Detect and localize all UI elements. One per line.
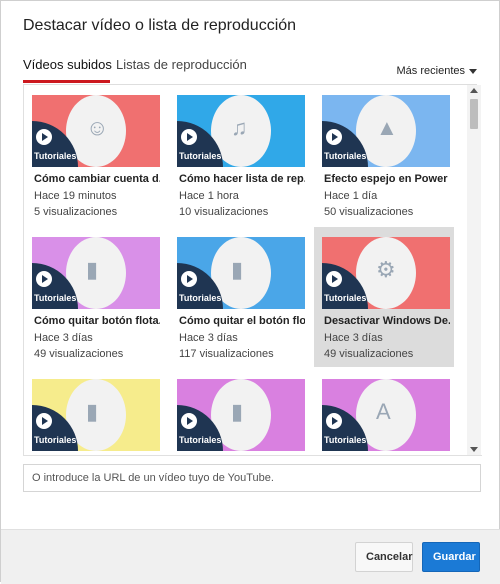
play-icon — [326, 413, 342, 429]
video-thumbnail: ♫ Tutoriales — [177, 95, 305, 167]
video-thumbnail: ▲ Tutoriales — [322, 95, 450, 167]
scroll-up-icon[interactable] — [470, 88, 478, 93]
music-list-icon: ♫ — [231, 115, 248, 140]
video-grid: ☺ Tutoriales Cómo cambiar cuenta d... Hace … — [23, 85, 482, 456]
video-card[interactable]: ▲ Tutoriales Efecto espejo en Power ... Hac… — [314, 85, 454, 225]
video-card[interactable]: ▮ Tutoriales — [24, 369, 164, 455]
video-card[interactable]: ▮ Tutoriales — [169, 369, 309, 455]
tab-playlists[interactable]: Listas de reproducción — [116, 57, 247, 78]
phone-icon: ▮ — [231, 399, 244, 424]
video-thumbnail: ▮ Tutoriales — [32, 237, 160, 309]
play-icon — [36, 413, 52, 429]
play-icon — [326, 271, 342, 287]
video-views: 50 visualizaciones — [324, 206, 414, 218]
shield-gear-icon: ⚙ — [376, 257, 396, 282]
video-thumbnail: ☺ Tutoriales — [32, 95, 160, 167]
dialog-title: Destacar vídeo o lista de reproducción — [23, 17, 297, 34]
video-views: 49 visualizaciones — [324, 348, 414, 360]
play-icon — [36, 271, 52, 287]
mirror-image-icon: ▲ — [376, 115, 398, 140]
video-card[interactable]: ⚙ Tutoriales Desactivar Windows De... Hace … — [314, 227, 454, 367]
active-tab-indicator — [23, 80, 110, 83]
badge-label: Tutoriales — [179, 293, 222, 303]
badge-label: Tutoriales — [34, 151, 77, 161]
video-title: Desactivar Windows De... — [324, 315, 450, 327]
dialog-footer: Cancelar Guardar — [1, 529, 500, 584]
video-views: 117 visualizaciones — [179, 348, 274, 360]
badge-label: Tutoriales — [324, 151, 367, 161]
video-thumbnail: A Tutoriales — [322, 379, 450, 451]
video-card[interactable]: ☺ Tutoriales Cómo cambiar cuenta d... Hace … — [24, 85, 164, 225]
font-icon: A — [376, 399, 391, 424]
video-title: Cómo hacer lista de rep... — [179, 173, 305, 185]
phone-icon: ▮ — [86, 399, 99, 424]
phone-icon: ▮ — [231, 257, 244, 282]
play-icon — [181, 271, 197, 287]
video-age: Hace 19 minutos — [34, 190, 117, 202]
badge-label: Tutoriales — [34, 435, 77, 445]
video-url-input[interactable] — [23, 464, 481, 492]
play-icon — [326, 129, 342, 145]
play-icon — [36, 129, 52, 145]
person-icon: ☺ — [86, 115, 109, 140]
video-age: Hace 1 día — [324, 190, 378, 202]
video-age: Hace 3 días — [324, 332, 383, 344]
scroll-thumb[interactable] — [470, 99, 478, 129]
badge-label: Tutoriales — [179, 151, 222, 161]
save-button[interactable]: Guardar — [422, 542, 480, 572]
video-age: Hace 1 hora — [179, 190, 239, 202]
video-card[interactable]: A Tutoriales — [314, 369, 454, 455]
play-icon — [181, 129, 197, 145]
video-title: Cómo quitar botón flota... — [34, 315, 160, 327]
video-thumbnail: ▮ Tutoriales — [32, 379, 160, 451]
scrollbar[interactable] — [467, 85, 481, 455]
caret-down-icon — [469, 68, 477, 74]
video-title: Efecto espejo en Power ... — [324, 173, 450, 185]
sort-dropdown[interactable]: Más recientes — [397, 65, 477, 77]
video-thumbnail: ▮ Tutoriales — [177, 237, 305, 309]
badge-label: Tutoriales — [34, 293, 77, 303]
video-views: 10 visualizaciones — [179, 206, 269, 218]
video-title: Cómo quitar el botón flo... — [179, 315, 305, 327]
phone-icon: ▮ — [86, 257, 99, 282]
tab-bar: Vídeos subidos Listas de reproducción Má… — [23, 57, 477, 83]
video-age: Hace 3 días — [179, 332, 238, 344]
tab-uploaded-videos[interactable]: Vídeos subidos — [23, 57, 112, 78]
video-thumbnail: ⚙ Tutoriales — [322, 237, 450, 309]
video-card[interactable]: ▮ Tutoriales Cómo quitar botón flota... Hac… — [24, 227, 164, 367]
video-title: Cómo cambiar cuenta d... — [34, 173, 160, 185]
video-card[interactable]: ▮ Tutoriales Cómo quitar el botón flo... Ha… — [169, 227, 309, 367]
feature-video-dialog: Destacar vídeo o lista de reproducción V… — [0, 0, 500, 584]
video-views: 49 visualizaciones — [34, 348, 124, 360]
scroll-down-icon[interactable] — [470, 447, 478, 452]
video-age: Hace 3 días — [34, 332, 93, 344]
video-thumbnail: ▮ Tutoriales — [177, 379, 305, 451]
video-card[interactable]: ♫ Tutoriales Cómo hacer lista de rep... Hac… — [169, 85, 309, 225]
badge-label: Tutoriales — [324, 435, 367, 445]
sort-label: Más recientes — [396, 65, 465, 77]
cancel-button[interactable]: Cancelar — [355, 542, 413, 572]
badge-label: Tutoriales — [179, 435, 222, 445]
badge-label: Tutoriales — [324, 293, 367, 303]
video-views: 5 visualizaciones — [34, 206, 118, 218]
play-icon — [181, 413, 197, 429]
